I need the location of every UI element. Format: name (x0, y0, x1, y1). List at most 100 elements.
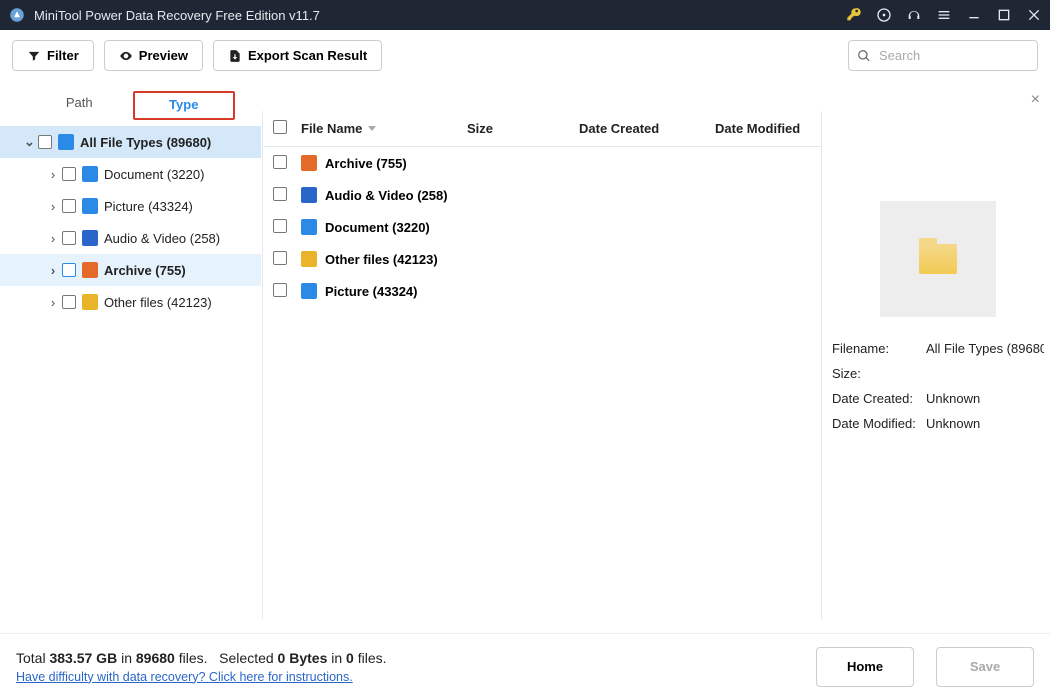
tree-item-document[interactable]: › Document (3220) (0, 158, 261, 190)
tree-item-picture[interactable]: › Picture (43324) (0, 190, 261, 222)
checkbox[interactable] (38, 135, 52, 149)
file-row[interactable]: Archive (755) (263, 147, 821, 179)
help-link[interactable]: Have difficulty with data recovery? Clic… (16, 670, 353, 684)
column-date-created[interactable]: Date Created (579, 121, 715, 136)
stat-total-files: 89680 (136, 650, 175, 666)
search-wrapper (848, 40, 1038, 71)
preview-button[interactable]: Preview (104, 40, 203, 71)
tree-root-label: All File Types (89680) (80, 135, 211, 150)
checkbox[interactable] (62, 167, 76, 181)
stat-text: in (117, 650, 136, 666)
file-name: Archive (755) (325, 156, 407, 171)
stat-text: files. (354, 650, 387, 666)
filter-button[interactable]: Filter (12, 40, 94, 71)
thumbnail (880, 201, 996, 317)
save-button[interactable]: Save (936, 647, 1034, 687)
detail-filename-label: Filename: (832, 341, 926, 356)
search-input[interactable] (848, 40, 1038, 71)
close-icon[interactable] (1026, 7, 1042, 23)
checkbox[interactable] (273, 187, 287, 201)
file-name: Picture (43324) (325, 284, 418, 299)
detail-created-value: Unknown (926, 391, 1044, 406)
detail-modified-value: Unknown (926, 416, 1044, 431)
stat-text: files. (175, 650, 208, 666)
left-sidebar: Path Type ⌄ All File Types (89680) › Doc… (0, 81, 262, 633)
file-row[interactable]: Other files (42123) (263, 243, 821, 275)
stat-selected-bytes: 0 Bytes (278, 650, 328, 666)
caret-right-icon[interactable]: › (48, 199, 58, 214)
app-logo-icon (8, 6, 26, 24)
stat-text: Total (16, 650, 49, 666)
menu-icon[interactable] (936, 7, 952, 23)
filter-label: Filter (47, 48, 79, 63)
checkbox[interactable] (62, 263, 76, 277)
eye-icon (119, 49, 133, 63)
archive-icon (82, 262, 98, 278)
close-details-icon[interactable]: × (1031, 91, 1040, 109)
tree-item-label: Picture (43324) (104, 199, 193, 214)
headphones-icon[interactable] (906, 7, 922, 23)
disc-icon[interactable] (876, 7, 892, 23)
checkbox[interactable] (273, 283, 287, 297)
file-list: File Name Size Date Created Date Modifie… (262, 111, 822, 619)
caret-right-icon[interactable]: › (48, 231, 58, 246)
file-name: Audio & Video (258) (325, 188, 448, 203)
toolbar: Filter Preview Export Scan Result (0, 30, 1050, 81)
checkbox[interactable] (62, 199, 76, 213)
checkbox[interactable] (273, 219, 287, 233)
tree-item-archive[interactable]: › Archive (755) (0, 254, 261, 286)
footer-stats: Total 383.57 GB in 89680 files. Selected… (16, 650, 816, 666)
footer: Total 383.57 GB in 89680 files. Selected… (0, 633, 1050, 699)
checkbox[interactable] (62, 231, 76, 245)
tabs: Path Type (0, 91, 261, 120)
file-name: Document (3220) (325, 220, 430, 235)
checkbox[interactable] (273, 251, 287, 265)
caret-right-icon[interactable]: › (48, 167, 58, 182)
tree-item-audio-video[interactable]: › Audio & Video (258) (0, 222, 261, 254)
stat-total-size: 383.57 GB (49, 650, 117, 666)
tab-type[interactable]: Type (133, 91, 236, 120)
maximize-icon[interactable] (996, 7, 1012, 23)
caret-right-icon[interactable]: › (48, 295, 58, 310)
file-row[interactable]: Document (3220) (263, 211, 821, 243)
caret-down-icon[interactable]: ⌄ (24, 134, 34, 150)
checkbox[interactable] (273, 155, 287, 169)
caret-right-icon[interactable]: › (48, 263, 58, 278)
file-name: Other files (42123) (325, 252, 438, 267)
filter-icon (27, 49, 41, 63)
file-row[interactable]: Audio & Video (258) (263, 179, 821, 211)
detail-size-value (926, 366, 1044, 381)
key-icon[interactable] (846, 7, 862, 23)
tree-item-other[interactable]: › Other files (42123) (0, 286, 261, 318)
export-icon (228, 49, 242, 63)
tab-path[interactable]: Path (30, 91, 129, 120)
home-button[interactable]: Home (816, 647, 914, 687)
folder-icon (919, 244, 957, 274)
checkbox[interactable] (62, 295, 76, 309)
tree-root[interactable]: ⌄ All File Types (89680) (0, 126, 261, 158)
tree-item-label: Other files (42123) (104, 295, 212, 310)
titlebar-actions (846, 7, 1042, 23)
picture-icon (82, 198, 98, 214)
main-panel: Path Type ⌄ All File Types (89680) › Doc… (0, 81, 1050, 633)
checkbox-all[interactable] (273, 120, 287, 134)
detail-filename-value: All File Types (89680) (926, 341, 1044, 356)
column-size[interactable]: Size (467, 121, 579, 136)
file-row[interactable]: Picture (43324) (263, 275, 821, 307)
archive-icon (301, 155, 317, 171)
export-button[interactable]: Export Scan Result (213, 40, 382, 71)
detail-size-label: Size: (832, 366, 926, 381)
picture-icon (301, 283, 317, 299)
column-filename[interactable]: File Name (301, 121, 467, 136)
details-panel: × Filename:All File Types (89680) Size: … (822, 81, 1050, 633)
titlebar: MiniTool Power Data Recovery Free Editio… (0, 0, 1050, 30)
audio-video-icon (301, 187, 317, 203)
detail-modified-label: Date Modified: (832, 416, 926, 431)
minimize-icon[interactable] (966, 7, 982, 23)
tree-item-label: Audio & Video (258) (104, 231, 220, 246)
document-icon (301, 219, 317, 235)
window-title: MiniTool Power Data Recovery Free Editio… (34, 8, 846, 23)
other-files-icon (301, 251, 317, 267)
tree-item-label: Archive (755) (104, 263, 186, 278)
column-date-modified[interactable]: Date Modified (715, 121, 805, 136)
